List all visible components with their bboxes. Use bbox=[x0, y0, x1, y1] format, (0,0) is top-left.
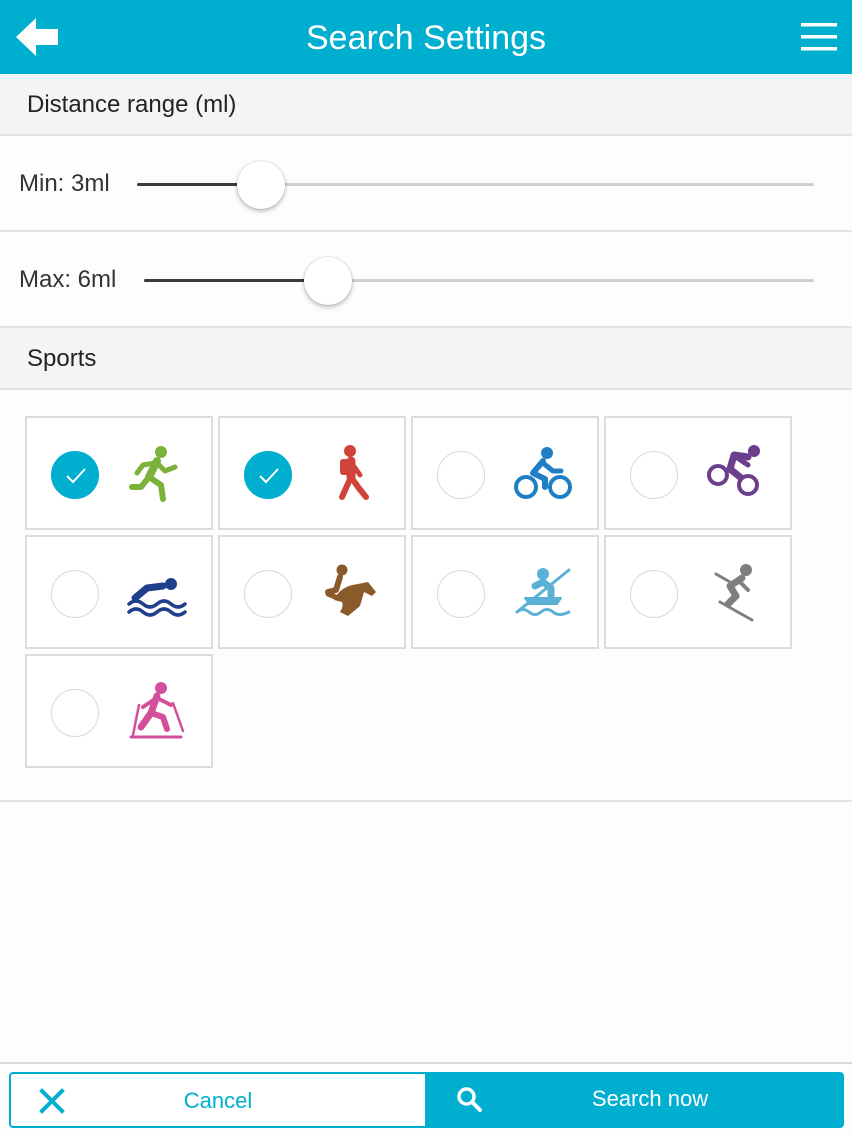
search-now-button[interactable]: Search now bbox=[426, 1072, 844, 1128]
sport-tile-cross-country-skiing[interactable] bbox=[25, 654, 213, 768]
sport-tile-running[interactable] bbox=[25, 416, 213, 530]
sport-checkbox[interactable] bbox=[51, 689, 99, 737]
hamburger-menu-icon bbox=[801, 23, 837, 51]
checkmark-icon bbox=[259, 468, 279, 484]
kayaking-icon bbox=[515, 568, 571, 616]
sport-tile-walking[interactable] bbox=[218, 416, 406, 530]
min-distance-slider[interactable] bbox=[137, 161, 814, 209]
sport-checkbox[interactable] bbox=[51, 570, 99, 618]
sport-tile-mountain-biking[interactable] bbox=[604, 416, 792, 530]
horse-riding-icon bbox=[325, 564, 376, 616]
cancel-button[interactable]: Cancel bbox=[9, 1072, 427, 1128]
sport-checkbox[interactable] bbox=[244, 451, 292, 499]
cross-country-skiing-icon bbox=[129, 682, 185, 739]
distance-section-title: Distance range (ml) bbox=[27, 91, 237, 118]
min-slider-thumb[interactable] bbox=[237, 161, 285, 209]
footer-bar: Cancel Search now bbox=[0, 1062, 852, 1136]
sport-checkbox[interactable] bbox=[51, 451, 99, 499]
sport-tile-cycling[interactable] bbox=[411, 416, 599, 530]
sport-tile-horse-riding[interactable] bbox=[218, 535, 406, 649]
min-distance-label: Min: 3ml bbox=[19, 170, 110, 197]
swimming-icon bbox=[127, 578, 187, 617]
running-icon bbox=[129, 446, 178, 502]
search-now-label: Search now bbox=[591, 1086, 709, 1111]
sport-tile-kayaking[interactable] bbox=[411, 535, 599, 649]
sport-checkbox[interactable] bbox=[630, 570, 678, 618]
sport-tile-swimming[interactable] bbox=[25, 535, 213, 649]
sport-tile-skiing[interactable] bbox=[604, 535, 792, 649]
sports-section-title: Sports bbox=[27, 345, 97, 372]
mountain-bike-icon bbox=[707, 445, 760, 496]
max-distance-row: Max: 6ml bbox=[0, 232, 852, 328]
distance-section-header: Distance range (ml) bbox=[0, 74, 852, 136]
sport-checkbox[interactable] bbox=[630, 451, 678, 499]
max-distance-label: Max: 6ml bbox=[19, 266, 117, 293]
sport-checkbox[interactable] bbox=[437, 451, 485, 499]
max-slider-fill bbox=[144, 279, 328, 282]
min-distance-row: Min: 3ml bbox=[0, 136, 852, 232]
page-title: Search Settings bbox=[305, 19, 547, 57]
hiking-icon bbox=[339, 445, 369, 500]
skiing-icon bbox=[714, 564, 754, 622]
sports-section-header: Sports bbox=[0, 328, 852, 390]
checkmark-icon bbox=[66, 468, 86, 484]
cancel-label: Cancel bbox=[183, 1088, 253, 1113]
sport-checkbox[interactable] bbox=[437, 570, 485, 618]
menu-button[interactable] bbox=[800, 22, 838, 52]
sports-grid bbox=[0, 392, 852, 802]
sport-checkbox[interactable] bbox=[244, 570, 292, 618]
cycling-icon bbox=[514, 447, 572, 499]
app-header: Search Settings bbox=[0, 0, 852, 74]
max-distance-slider[interactable] bbox=[144, 257, 814, 305]
max-slider-thumb[interactable] bbox=[304, 257, 352, 305]
